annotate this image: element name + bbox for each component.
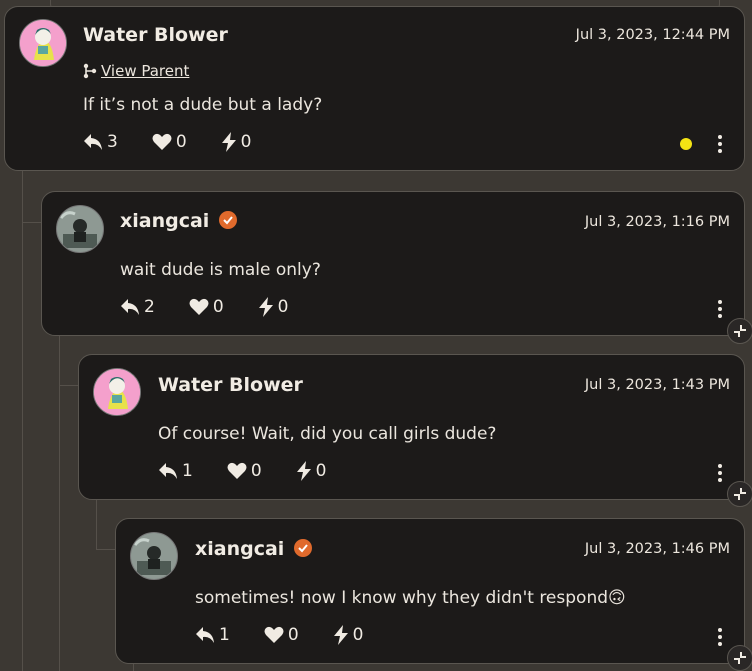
like-count: 0 [212,297,224,317]
reply-icon [159,463,177,479]
like-button[interactable]: 0 [152,132,187,152]
like-button[interactable]: 0 [264,625,299,645]
lightning-icon [258,297,273,317]
verified-badge-icon [294,538,313,557]
comment-actions: 1 0 0 [158,461,360,481]
upside-down-face-emoji: 🙃 [608,588,626,608]
comment-card: xiangcai Jul 3, 2023, 1:16 PM wait dude … [41,191,745,336]
author-label[interactable]: xiangcai [195,538,284,560]
comment-card: Water Blower Jul 3, 2023, 1:43 PM Of cou… [78,354,745,500]
author-name[interactable]: Water Blower [158,374,303,396]
author-name[interactable]: Water Blower [83,24,228,46]
comment-text-body: sometimes! now I know why they didn't re… [195,588,609,608]
more-options-icon[interactable] [718,464,722,485]
author-name[interactable]: xiangcai [195,538,313,560]
timestamp[interactable]: Jul 3, 2023, 1:46 PM [585,541,730,557]
view-parent-link[interactable]: View Parent [83,62,189,80]
comment-text: sometimes! now I know why they didn't re… [195,588,626,608]
like-count: 0 [175,132,187,152]
more-options-icon[interactable] [718,135,722,156]
reply-count: 1 [182,461,193,481]
thread-line [22,170,23,671]
boost-button[interactable]: 0 [333,625,364,645]
comment-text: If it’s not a dude but a lady? [83,95,323,115]
boost-count: 0 [315,461,327,481]
status-dot [680,138,692,150]
thread-line [22,222,42,223]
more-options-icon[interactable] [718,300,722,321]
lightning-icon [296,461,311,481]
lightning-icon [333,625,348,645]
comment-text: wait dude is male only? [120,260,321,280]
like-button[interactable]: 0 [189,297,224,317]
comment-text: Of course! Wait, did you call girls dude… [158,424,497,444]
author-label[interactable]: xiangcai [120,210,209,232]
comment-actions: 3 0 0 [83,132,285,152]
boost-count: 0 [277,297,289,317]
thread-line [59,385,79,386]
thread-line [96,549,116,550]
anime-avatar-icon[interactable] [19,19,67,67]
heart-icon [152,133,172,150]
collapse-thread-icon[interactable] [727,481,752,507]
comment-card: Water Blower Jul 3, 2023, 12:44 PM View … [4,6,745,171]
reply-icon [84,134,102,150]
comment-actions: 1 0 0 [195,625,397,645]
reply-count: 3 [107,132,118,152]
reply-button[interactable]: 3 [83,132,118,152]
verified-badge-icon [219,210,238,229]
comment-actions: 2 0 0 [120,297,322,317]
boost-button[interactable]: 0 [221,132,252,152]
photo-avatar-icon[interactable] [130,532,178,580]
boost-count: 0 [240,132,252,152]
timestamp[interactable]: Jul 3, 2023, 1:43 PM [585,377,730,393]
view-parent-label[interactable]: View Parent [101,62,189,80]
reply-icon [121,299,139,315]
heart-icon [264,626,284,643]
timestamp[interactable]: Jul 3, 2023, 12:44 PM [576,27,730,43]
like-count: 0 [287,625,299,645]
thread-line [96,500,97,550]
reply-button[interactable]: 2 [120,297,155,317]
heart-icon [189,298,209,315]
branch-icon [83,63,97,79]
boost-count: 0 [352,625,364,645]
author-name[interactable]: xiangcai [120,210,238,232]
boost-button[interactable]: 0 [258,297,289,317]
reply-count: 2 [144,297,155,317]
timestamp[interactable]: Jul 3, 2023, 1:16 PM [585,214,730,230]
collapse-thread-icon[interactable] [727,318,752,344]
heart-icon [227,462,247,479]
reply-count: 1 [219,625,230,645]
reply-icon [196,627,214,643]
like-count: 0 [250,461,262,481]
photo-avatar-icon[interactable] [56,205,104,253]
reply-button[interactable]: 1 [195,625,230,645]
reply-button[interactable]: 1 [158,461,193,481]
lightning-icon [221,132,236,152]
more-options-icon[interactable] [718,628,722,649]
like-button[interactable]: 0 [227,461,262,481]
anime-avatar-icon[interactable] [93,368,141,416]
collapse-thread-icon[interactable] [727,645,752,671]
comment-card: xiangcai Jul 3, 2023, 1:46 PM sometimes!… [115,518,745,664]
boost-button[interactable]: 0 [296,461,327,481]
